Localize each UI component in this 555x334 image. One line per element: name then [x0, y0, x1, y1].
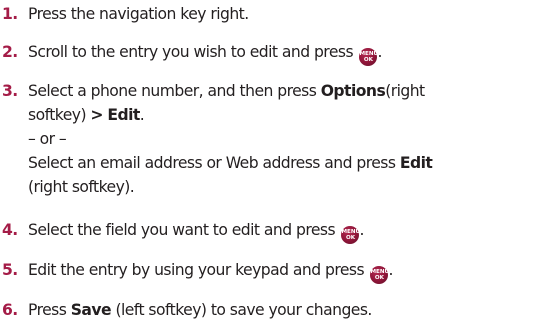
step-number: 6. — [2, 301, 18, 319]
step-text: Select a phone number, and then press Op… — [28, 79, 433, 199]
edit-softkey-label: Edit — [399, 154, 433, 172]
step-line: Press the navigation key right. — [28, 5, 249, 23]
step-line: Select the field you want to edit and pr… — [28, 218, 365, 244]
instruction-list: 1. Press the navigation key right. 2. Sc… — [0, 0, 555, 334]
step-line: softkey) > Edit. — [28, 106, 145, 124]
menu-ok-key-icon: MENU OK — [359, 47, 378, 66]
menu-arrow: > — [90, 106, 103, 124]
step-text: Scroll to the entry you wish to edit and… — [28, 40, 382, 66]
step-line: (right softkey). — [28, 178, 135, 196]
step-number: 4. — [2, 221, 18, 239]
step-line: Select a phone number, and then press Op… — [28, 82, 425, 100]
step-line: Select an email address or Web address a… — [28, 154, 433, 172]
step-number: 5. — [2, 261, 18, 279]
step-text-after: . — [377, 43, 382, 61]
menu-ok-key-icon: MENU OK — [341, 225, 360, 244]
step-text: Press the navigation key right. — [28, 2, 249, 26]
edit-menu-label: Edit — [107, 106, 140, 124]
step-text: Select the field you want to edit and pr… — [28, 218, 365, 244]
menu-ok-key-icon: MENU OK — [370, 265, 389, 284]
step-number: 2. — [2, 43, 18, 61]
step-number: 3. — [2, 82, 18, 100]
save-softkey-label: Save — [70, 301, 112, 319]
step-line: Edit the entry by using your keypad and … — [28, 258, 393, 284]
step-number: 1. — [2, 5, 18, 23]
step-line: Press Save (left softkey) to save your c… — [28, 301, 372, 319]
step-text-before: Scroll to the entry you wish to edit and… — [28, 43, 354, 61]
step-line: Scroll to the entry you wish to edit and… — [28, 40, 382, 66]
step-text: Edit the entry by using your keypad and … — [28, 258, 393, 284]
step-text: Press Save (left softkey) to save your c… — [28, 298, 372, 322]
or-separator: – or – — [28, 130, 67, 148]
options-softkey-label: Options — [320, 82, 386, 100]
